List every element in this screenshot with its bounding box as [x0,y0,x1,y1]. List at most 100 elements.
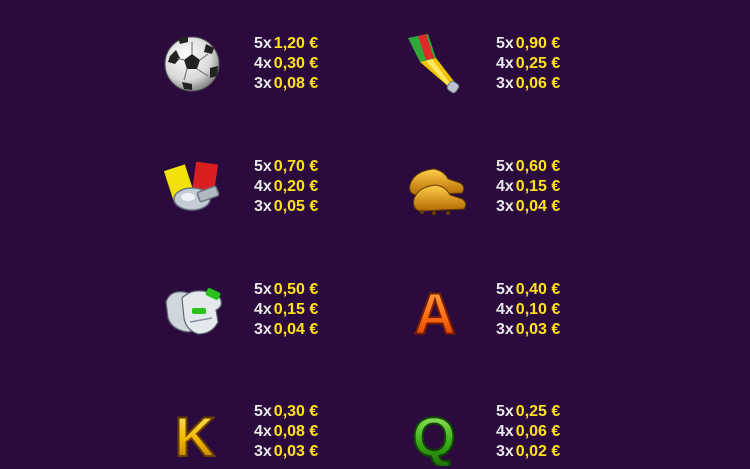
payout-line: 4x 0,06 € [496,422,606,442]
payout-amount: 0,20 € [273,178,319,195]
payout-count: 5x [254,158,272,175]
vuvuzela-icon [404,32,470,98]
paytable-entry-letter-k: K 5x 0,30 € 4x 0,08 € 3x 0,03 € [162,400,402,466]
payout-line: 4x 0,15 € [496,177,606,197]
payout-amount: 0,05 € [273,198,319,215]
paytable-entry-cards-whistle: 5x 0,70 € 4x 0,20 € 3x 0,05 € [162,155,402,221]
paytable-entry-soccer-ball: 5x 1,20 € 4x 0,30 € 3x 0,08 € [162,32,402,98]
football-boots-icon [404,155,470,221]
payout-list: 5x 0,40 € 4x 0,10 € 3x 0,03 € [496,280,606,340]
payout-line: 5x 0,60 € [496,157,606,177]
payout-line: 3x 0,04 € [496,197,606,217]
payout-line: 3x 0,06 € [496,74,606,94]
payout-list: 5x 0,50 € 4x 0,15 € 3x 0,04 € [254,280,364,340]
payout-count: 5x [496,281,514,298]
payout-line: 4x 0,10 € [496,300,606,320]
symbol-letter: A [414,282,456,344]
payout-list: 5x 0,25 € 4x 0,06 € 3x 0,02 € [496,402,606,462]
payout-line: 3x 0,04 € [254,320,364,340]
payout-count: 3x [496,321,514,338]
payout-line: 5x 0,30 € [254,402,364,422]
payout-count: 4x [254,301,272,318]
payout-line: 5x 0,25 € [496,402,606,422]
payout-list: 5x 0,60 € 4x 0,15 € 3x 0,04 € [496,157,606,217]
cards-whistle-icon [162,155,228,221]
payout-amount: 0,04 € [273,321,319,338]
payout-count: 4x [496,301,514,318]
letter-k-icon: K [162,400,228,466]
payout-amount: 0,02 € [515,443,561,460]
goalkeeper-gloves-icon [162,278,228,344]
payout-count: 4x [496,55,514,72]
payout-count: 3x [254,75,272,92]
payout-count: 4x [496,423,514,440]
payout-list: 5x 0,30 € 4x 0,08 € 3x 0,03 € [254,402,364,462]
paytable-entry-vuvuzela: 5x 0,90 € 4x 0,25 € 3x 0,06 € [404,32,644,98]
payout-list: 5x 0,90 € 4x 0,25 € 3x 0,06 € [496,34,606,94]
payout-line: 3x 0,08 € [254,74,364,94]
payout-count: 5x [254,281,272,298]
payout-amount: 0,10 € [515,301,561,318]
payout-amount: 0,30 € [273,403,319,420]
soccer-ball-icon [162,32,228,98]
payout-count: 4x [254,178,272,195]
payout-line: 4x 0,20 € [254,177,364,197]
payout-count: 3x [254,321,272,338]
payout-amount: 0,70 € [273,158,319,175]
payout-line: 4x 0,30 € [254,54,364,74]
payout-count: 4x [254,423,272,440]
payout-count: 5x [254,35,272,52]
symbol-letter: K [175,405,215,466]
paytable-entry-gloves: 5x 0,50 € 4x 0,15 € 3x 0,04 € [162,278,402,344]
payout-amount: 0,15 € [273,301,319,318]
payout-count: 3x [254,443,272,460]
paytable-entry-letter-a: A 5x 0,40 € 4x 0,10 € 3x 0,03 € [404,278,644,344]
payout-line: 4x 0,25 € [496,54,606,74]
payout-amount: 0,06 € [515,423,561,440]
payout-line: 3x 0,03 € [496,320,606,340]
paytable-entry-letter-q: Q 5x 0,25 € 4x 0,06 € 3x 0,02 € [404,400,644,466]
payout-amount: 0,08 € [273,423,319,440]
payout-count: 5x [254,403,272,420]
payout-count: 3x [496,198,514,215]
payout-line: 4x 0,15 € [254,300,364,320]
payout-list: 5x 1,20 € 4x 0,30 € 3x 0,08 € [254,34,364,94]
payout-amount: 0,50 € [273,281,319,298]
payout-line: 5x 0,50 € [254,280,364,300]
payout-amount: 0,90 € [515,35,561,52]
payout-count: 4x [254,55,272,72]
payout-line: 5x 1,20 € [254,34,364,54]
payout-amount: 0,08 € [273,75,319,92]
payout-line: 3x 0,05 € [254,197,364,217]
payout-count: 5x [496,403,514,420]
payout-line: 5x 0,40 € [496,280,606,300]
payout-amount: 0,60 € [515,158,561,175]
payout-line: 5x 0,70 € [254,157,364,177]
payout-amount: 0,03 € [273,443,319,460]
payout-amount: 0,04 € [515,198,561,215]
paytable: 5x 1,20 € 4x 0,30 € 3x 0,08 € 5x 0,90 € 4x 0,… [0,0,750,469]
payout-line: 4x 0,08 € [254,422,364,442]
payout-count: 5x [496,158,514,175]
payout-amount: 0,25 € [515,55,561,72]
payout-count: 4x [496,178,514,195]
payout-amount: 0,30 € [273,55,319,72]
payout-amount: 0,40 € [515,281,561,298]
payout-amount: 0,25 € [515,403,561,420]
letter-a-icon: A [404,278,470,344]
paytable-entry-boots: 5x 0,60 € 4x 0,15 € 3x 0,04 € [404,155,644,221]
payout-count: 3x [496,443,514,460]
payout-amount: 0,06 € [515,75,561,92]
payout-amount: 0,15 € [515,178,561,195]
symbol-letter: Q [412,405,456,466]
payout-line: 3x 0,02 € [496,442,606,462]
payout-count: 3x [496,75,514,92]
payout-amount: 0,03 € [515,321,561,338]
letter-q-icon: Q [404,400,470,466]
payout-line: 5x 0,90 € [496,34,606,54]
payout-line: 3x 0,03 € [254,442,364,462]
payout-count: 3x [254,198,272,215]
payout-count: 5x [496,35,514,52]
payout-amount: 1,20 € [273,35,319,52]
payout-list: 5x 0,70 € 4x 0,20 € 3x 0,05 € [254,157,364,217]
